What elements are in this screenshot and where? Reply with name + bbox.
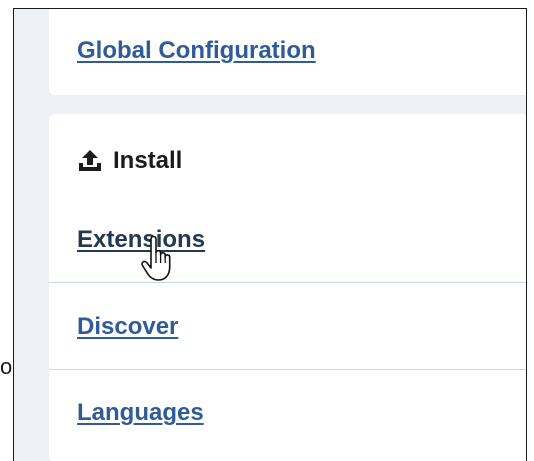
divider bbox=[49, 369, 526, 370]
extensions-link[interactable]: Extensions bbox=[77, 226, 205, 254]
languages-link[interactable]: Languages bbox=[77, 399, 204, 427]
install-section-header: Install bbox=[77, 147, 182, 175]
install-section-title: Install bbox=[113, 147, 183, 174]
install-card: Install Extensions Discover Languages bbox=[49, 114, 526, 461]
global-configuration-link[interactable]: Global Configuration bbox=[77, 37, 316, 65]
stray-text: o bbox=[0, 354, 13, 379]
admin-sidebar-panel: Global Configuration Install Extensions … bbox=[13, 8, 527, 461]
divider bbox=[49, 282, 526, 283]
upload-icon bbox=[79, 150, 101, 171]
global-config-card: Global Configuration bbox=[49, 9, 526, 95]
discover-link[interactable]: Discover bbox=[77, 313, 178, 341]
